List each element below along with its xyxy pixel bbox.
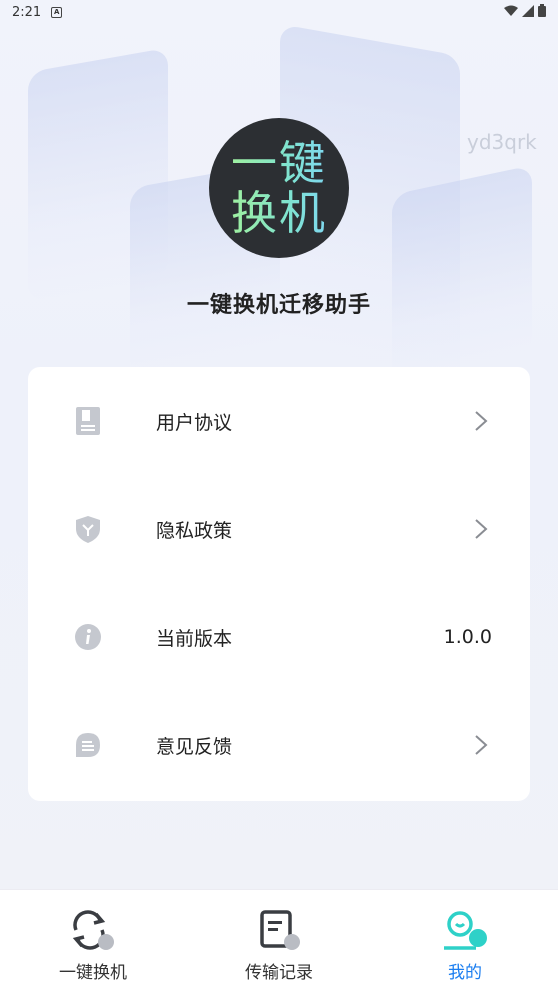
chat-icon xyxy=(76,733,100,757)
info-icon xyxy=(75,624,101,650)
notification-icon: A xyxy=(51,6,63,18)
app-logo: 一键 换机 xyxy=(209,118,349,258)
wifi-icon xyxy=(504,5,518,16)
tab-mine[interactable]: 我的 xyxy=(372,890,558,992)
watermark: yd3qrk xyxy=(467,130,537,154)
settings-card: 用户协议 隐私政策 当前版本 1.0.0 意见反馈 xyxy=(28,367,530,801)
battery-icon xyxy=(538,4,546,17)
chevron-right-icon xyxy=(475,519,488,539)
menu-item-feedback[interactable]: 意见反馈 xyxy=(28,691,530,799)
sync-icon xyxy=(72,910,114,950)
menu-item-current-version: 当前版本 1.0.0 xyxy=(28,583,530,691)
menu-item-privacy-policy[interactable]: 隐私政策 xyxy=(28,475,530,583)
app-title: 一键换机迁移助手 xyxy=(186,293,371,318)
profile-icon xyxy=(444,911,487,950)
background-decoration xyxy=(392,165,532,385)
tab-label: 我的 xyxy=(448,963,482,983)
tab-label: 一键换机 xyxy=(59,963,127,983)
record-icon xyxy=(260,910,300,950)
tab-one-key-switch[interactable]: 一键换机 xyxy=(0,890,186,992)
chevron-right-icon xyxy=(475,735,488,755)
chevron-right-icon xyxy=(475,411,488,431)
tab-label: 传输记录 xyxy=(245,963,313,983)
menu-item-label: 隐私政策 xyxy=(156,519,233,542)
menu-item-label: 意见反馈 xyxy=(156,735,233,758)
menu-item-label: 当前版本 xyxy=(156,627,233,650)
bottom-navigation: 一键换机 传输记录 我的 xyxy=(0,889,558,992)
menu-item-label: 用户协议 xyxy=(156,411,233,434)
document-icon xyxy=(76,407,100,435)
status-time: 2:21 xyxy=(12,4,42,20)
tab-transfer-records[interactable]: 传输记录 xyxy=(186,890,372,992)
shield-icon xyxy=(76,516,100,543)
screen: 2:21 A yd3qrk 一键 换机 一键换机迁移助手 用户协议 隐私政策 当… xyxy=(0,0,558,992)
version-value: 1.0.0 xyxy=(443,626,492,648)
status-icons xyxy=(504,4,546,17)
logo-line-1: 一键 xyxy=(231,136,327,190)
logo-line-2: 换机 xyxy=(231,186,327,240)
signal-icon xyxy=(522,4,534,17)
menu-item-user-agreement[interactable]: 用户协议 xyxy=(28,367,530,475)
status-bar: 2:21 A xyxy=(0,0,558,24)
